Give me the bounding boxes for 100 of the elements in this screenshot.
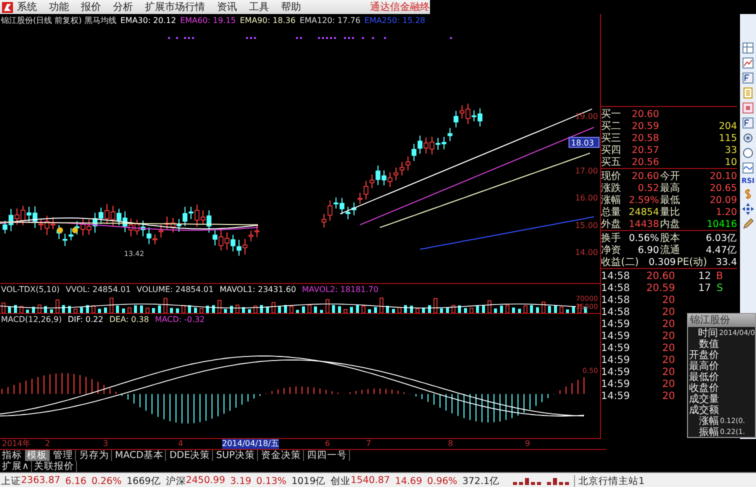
bottom-tab[interactable]: 扩展∧: [0, 461, 32, 472]
indicator-tab[interactable]: 管理: [51, 450, 76, 461]
bid-price: 20.57: [630, 144, 659, 156]
wave-icon[interactable]: [742, 162, 754, 174]
menu-item[interactable]: 功能: [49, 0, 69, 14]
index-percent: 0.26%: [91, 476, 122, 486]
popup-label: 最低价: [688, 370, 719, 382]
bid-volume: 10: [724, 156, 737, 168]
stat-value: 4.47亿: [706, 244, 737, 256]
menu-item[interactable]: 扩展市场行情: [145, 0, 205, 14]
price-axis-label: 14.00: [575, 248, 598, 257]
grid-icon[interactable]: [742, 42, 754, 54]
popup-title: 锦江股份: [688, 314, 755, 327]
formula-icon[interactable]: [742, 117, 754, 129]
stat-value: 0.56%: [628, 232, 659, 244]
gear-icon[interactable]: [742, 132, 754, 144]
chart-icon[interactable]: [742, 57, 754, 69]
date-axis-label: 4: [178, 439, 184, 449]
tick-price: 20.59: [645, 282, 675, 294]
indicator-tab[interactable]: 另存为: [77, 450, 112, 461]
bid-volume: 33: [724, 144, 737, 156]
tick-time: 14:59: [601, 330, 631, 342]
menu-item[interactable]: 工具: [249, 0, 269, 14]
index-percent: 0.96%: [427, 476, 458, 486]
legend-item: VVOL: 24854.01: [66, 284, 131, 294]
indicator-tab[interactable]: DDE决策: [167, 450, 214, 461]
tick-price: 20: [661, 390, 675, 402]
stat-value: 20.65: [710, 182, 737, 194]
menu-item[interactable]: 报价: [81, 0, 101, 14]
stat-label: 涨幅: [601, 194, 622, 206]
popup-label: 最高价: [688, 360, 719, 372]
index-percent: 0.13%: [256, 476, 286, 486]
indicator-tab[interactable]: 模板: [25, 450, 50, 461]
indicator-tab[interactable]: 资金决策: [258, 450, 304, 461]
tick-time: 14:59: [601, 366, 631, 378]
index-name: 沪深: [166, 474, 186, 487]
bid-label: 买一: [601, 108, 622, 121]
legend-item: VOL-TDX(5,10): [1, 284, 60, 294]
index-value: 2363.87: [21, 474, 60, 487]
cursor-price-label: 18.03: [568, 136, 600, 148]
stat-value: 0.309: [648, 256, 676, 268]
bottom-tab[interactable]: 关联报价: [32, 461, 77, 472]
stat-value: 6.03亿: [706, 232, 737, 244]
legend-item: MAVOL2: 18181.70: [302, 284, 378, 294]
tick-price: 20: [661, 330, 675, 342]
stat-label: 最高: [659, 182, 681, 195]
tick-price: 20: [661, 378, 675, 390]
index-change: 3.19: [230, 476, 252, 486]
menu-item[interactable]: 帮助: [281, 0, 301, 14]
menu-item[interactable]: 系统: [17, 0, 37, 14]
indicator-tab[interactable]: SUP决策: [214, 450, 258, 461]
stat-label: 收益(二): [601, 256, 639, 269]
formula-icon[interactable]: [742, 72, 754, 84]
popup-label: 收盘价: [688, 381, 719, 394]
legend-item: VOLUME: 24854.01: [136, 284, 214, 294]
indicator-tab[interactable]: MACD基本: [113, 450, 166, 461]
date-axis-label: 3: [103, 439, 108, 449]
index-amount: 1669亿: [126, 474, 161, 487]
tick-time: 14:58: [601, 294, 631, 306]
stat-value: 14438: [628, 218, 659, 230]
popup-label: 成交额: [688, 404, 719, 416]
stat-value: 20.60: [630, 170, 659, 182]
coin-marker-icon: [57, 227, 63, 234]
dollar-icon[interactable]: [743, 188, 753, 200]
bid-price: 20.56: [630, 156, 659, 168]
stat-label: 流通: [659, 244, 681, 257]
stat-label: 净资: [601, 244, 622, 257]
stat-value: 33.4: [716, 256, 737, 268]
index-value: 2450.99: [186, 474, 226, 487]
date-axis-label: 8: [448, 439, 454, 449]
circle-icon[interactable]: [742, 147, 754, 159]
move-arrows-icon[interactable]: [742, 203, 754, 215]
stat-value: 10416: [706, 218, 737, 230]
bid-label: 买二: [601, 120, 622, 133]
bid-label: 买五: [601, 156, 622, 169]
legend-item: EMA250: 15.28: [364, 16, 426, 24]
stat-label: 最低: [659, 194, 681, 206]
stat-label: PE(动): [676, 256, 708, 269]
stat-value: 1.20: [716, 206, 737, 218]
tick-price: 20: [661, 306, 675, 318]
stat-label: 总量: [601, 206, 622, 219]
date-axis-label: 9: [525, 439, 530, 449]
stat-label: 今开: [659, 170, 681, 182]
popup-label: 振幅: [698, 426, 719, 438]
date-axis-label: 2: [45, 439, 50, 449]
menu-item[interactable]: 分析: [113, 0, 133, 14]
index-name: 上证: [1, 474, 21, 487]
legend-item: EMA60: 19.15: [180, 16, 236, 24]
price-axis-label: 19.00: [575, 112, 598, 121]
price-axis-label: 17.00: [575, 166, 598, 176]
pencil-icon[interactable]: [742, 218, 754, 230]
legend-item: EMA120: 17.76: [300, 16, 360, 24]
menu-item[interactable]: 资讯: [217, 0, 237, 14]
legend-item: 锦江股份(日线 前复权) 黑马均线: [1, 14, 116, 26]
stat-label: 涨跌: [601, 182, 622, 194]
app-logo-icon: [2, 2, 13, 12]
price-axis-label: 16.00: [575, 194, 598, 203]
trade-side: B: [715, 270, 723, 282]
bid-price: 20.58: [630, 132, 659, 144]
trade-side: S: [716, 282, 723, 294]
